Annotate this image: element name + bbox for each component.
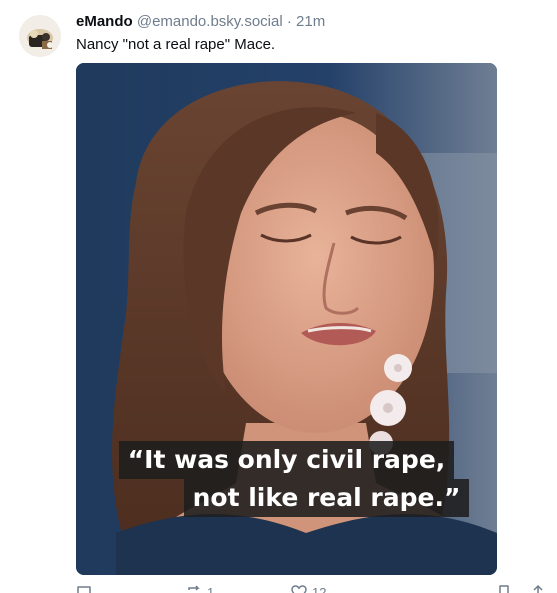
post-media-image[interactable]: “It was only civil rape, not like real r…	[76, 63, 497, 575]
bookmark-icon	[499, 585, 509, 593]
post-actions: 1 12	[76, 584, 545, 593]
reply-icon	[77, 586, 91, 593]
share-icon	[533, 584, 543, 593]
reply-button[interactable]	[76, 584, 92, 593]
repost-count: 1	[207, 584, 215, 593]
post-text: Nancy "not a real rape" Mace.	[76, 36, 276, 53]
post-header: eMando @emando.bsky.social · 21m	[76, 12, 545, 32]
caption-line-1: “It was only civil rape,	[118, 441, 455, 479]
caption-line-2: not like real rape.”	[183, 479, 470, 517]
share-button[interactable]	[530, 584, 546, 593]
repost-icon	[188, 585, 200, 591]
post-timestamp[interactable]: 21m	[296, 13, 325, 30]
avatar-image	[19, 15, 61, 57]
avatar[interactable]	[19, 15, 61, 57]
separator: ·	[286, 13, 292, 30]
like-count: 12	[312, 584, 327, 593]
bookmark-button[interactable]	[496, 584, 512, 593]
repost-button[interactable]: 1	[186, 584, 214, 593]
author-display-name[interactable]: eMando	[76, 13, 133, 30]
video-caption: “It was only civil rape, not like real r…	[76, 441, 497, 517]
post[interactable]: eMando @emando.bsky.social · 21m Nancy "…	[0, 0, 557, 593]
like-button[interactable]: 12	[291, 584, 326, 593]
heart-icon	[291, 585, 307, 593]
author-handle[interactable]: @emando.bsky.social	[137, 13, 283, 30]
